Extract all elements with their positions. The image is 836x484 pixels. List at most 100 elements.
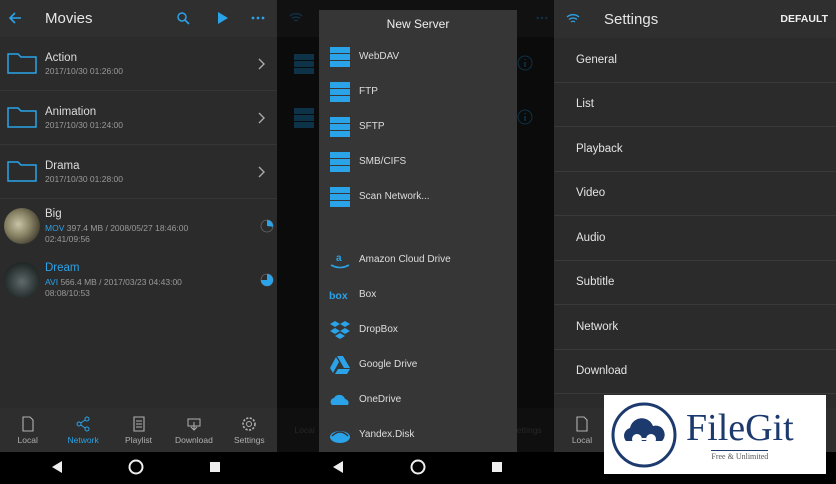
folder-icon: [7, 161, 37, 182]
option-label: SMB/CIFS: [359, 156, 407, 167]
video-format: AVI: [45, 277, 59, 287]
server-icon: [330, 186, 350, 207]
search-icon[interactable]: [176, 11, 190, 25]
movies-toolbar: Movies: [0, 0, 277, 37]
settings-item-subtitle[interactable]: Subtitle: [554, 261, 836, 305]
cloud-option-google-drive[interactable]: Google Drive: [319, 347, 517, 382]
default-button[interactable]: DEFAULT: [780, 13, 828, 25]
nav-playlist[interactable]: Playlist: [111, 408, 166, 452]
recents-square-icon[interactable]: [491, 461, 503, 473]
download-icon: [187, 418, 201, 431]
server-option-webdav[interactable]: WebDAV: [319, 39, 517, 74]
back-triangle-icon[interactable]: [51, 460, 63, 474]
folder-date: 2017/10/30 01:26:00: [45, 66, 123, 76]
nav-network[interactable]: Network: [55, 408, 110, 452]
folder-date: 2017/10/30 01:24:00: [45, 120, 123, 130]
settings-label: Download: [576, 365, 628, 378]
back-arrow-icon[interactable]: [8, 11, 22, 25]
cloud-option-yandex[interactable]: Yandex.Disk: [319, 417, 517, 452]
nav-label: Local: [17, 434, 38, 445]
gear-icon: [242, 416, 257, 431]
cloud-option-box[interactable]: box Box: [319, 277, 517, 312]
cloud-option-amazon[interactable]: a Amazon Cloud Drive: [319, 242, 517, 277]
recents-square-icon[interactable]: [209, 461, 221, 473]
settings-label: Subtitle: [576, 276, 615, 289]
settings-label: Audio: [576, 231, 606, 244]
settings-screen: Settings DEFAULT General List Playback V…: [554, 0, 836, 452]
folder-icon: [7, 107, 37, 128]
yandex-disk-icon: [330, 430, 350, 443]
chevron-right-icon: [258, 58, 265, 70]
video-row[interactable]: Big MOV 397.4 MB / 2008/05/27 18:46:00 0…: [0, 199, 277, 253]
cloud-option-onedrive[interactable]: OneDrive: [319, 382, 517, 417]
svg-text:a: a: [336, 253, 342, 264]
server-option-smb[interactable]: SMB/CIFS: [319, 144, 517, 179]
nav-label: Local: [571, 434, 593, 445]
video-row[interactable]: Dream AVI 566.4 MB / 2017/03/23 04:43:00…: [0, 253, 277, 307]
option-label: Google Drive: [359, 359, 418, 370]
option-label: Amazon Cloud Drive: [359, 254, 451, 265]
video-meta: 397.4 MB / 2008/05/27 18:46:00: [64, 223, 189, 233]
settings-item-network[interactable]: Network: [554, 305, 836, 350]
settings-item-download[interactable]: Download: [554, 350, 836, 394]
option-label: WebDAV: [359, 51, 400, 62]
page-title: Settings: [604, 11, 659, 28]
settings-label: General: [576, 53, 617, 66]
folder-row[interactable]: Animation 2017/10/30 01:24:00: [0, 91, 277, 145]
video-title: Dream: [45, 262, 80, 274]
folder-row[interactable]: Action 2017/10/30 01:26:00: [0, 37, 277, 91]
video-thumbnail: [4, 208, 40, 244]
server-option-ftp[interactable]: FTP: [319, 74, 517, 109]
more-options-icon[interactable]: [250, 11, 266, 25]
settings-item-list[interactable]: List: [554, 83, 836, 127]
settings-item-playback[interactable]: Playback: [554, 127, 836, 172]
option-label: Yandex.Disk: [359, 429, 415, 440]
settings-label: List: [576, 98, 594, 111]
cloud-option-dropbox[interactable]: DropBox: [319, 312, 517, 347]
folder-name: Drama: [45, 160, 80, 172]
folder-row[interactable]: Drama 2017/10/30 01:28:00: [0, 145, 277, 199]
progress-pie-icon: [260, 219, 274, 233]
video-meta: 566.4 MB / 2017/03/23 04:43:00: [58, 277, 182, 287]
nav-local[interactable]: Local: [554, 408, 610, 452]
settings-label: Network: [576, 320, 619, 333]
folder-date: 2017/10/30 01:28:00: [45, 174, 123, 184]
google-drive-icon: [330, 355, 350, 374]
home-circle-icon[interactable]: [410, 459, 426, 475]
option-label: OneDrive: [359, 394, 402, 405]
nav-label: Playlist: [125, 434, 152, 445]
dialog-title: New Server: [386, 17, 450, 31]
nav-download[interactable]: Download: [166, 408, 221, 452]
settings-item-general[interactable]: General: [554, 38, 836, 83]
video-thumbnail: [4, 262, 40, 298]
onedrive-icon: [330, 394, 349, 405]
amazon-icon: a: [330, 253, 350, 268]
home-circle-icon[interactable]: [128, 459, 144, 475]
play-icon[interactable]: [215, 11, 229, 25]
filegit-logo-icon: [611, 402, 677, 467]
folder-name: Action: [45, 52, 77, 64]
settings-item-audio[interactable]: Audio: [554, 216, 836, 261]
server-option-sftp[interactable]: SFTP: [319, 109, 517, 144]
server-icon: [330, 116, 350, 137]
video-duration: 02:41/09:56: [45, 234, 90, 244]
server-icon: [330, 46, 350, 67]
settings-item-video[interactable]: Video: [554, 172, 836, 216]
file-icon: [576, 415, 588, 432]
new-server-dialog: New Server WebDAV FTP SFTP SMB/CIFS Scan…: [319, 10, 517, 452]
network-screen: Local Download Settings New Server WebDA…: [277, 0, 554, 452]
option-label: Box: [359, 289, 377, 300]
folder-icon: [7, 53, 37, 74]
option-label: SFTP: [359, 121, 385, 132]
nav-label: Download: [175, 434, 213, 445]
dropbox-icon: [330, 320, 350, 339]
page-title: Movies: [45, 10, 93, 27]
nav-label: Network: [67, 434, 99, 445]
nav-local[interactable]: Local: [0, 408, 55, 452]
back-triangle-icon[interactable]: [332, 460, 344, 474]
server-option-scan-network[interactable]: Scan Network...: [319, 179, 517, 214]
nav-settings[interactable]: Settings: [222, 408, 277, 452]
settings-label: Playback: [576, 142, 623, 155]
server-icon: [330, 81, 350, 102]
brand-tagline: Free & Unlimited: [711, 449, 769, 461]
